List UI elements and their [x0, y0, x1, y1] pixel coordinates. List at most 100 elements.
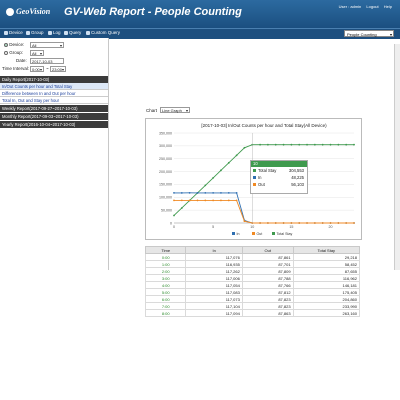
- table-row: 5:00 117,083 87,812 175,405: [144, 288, 361, 296]
- user-area: User : admin Logout Help: [335, 4, 392, 9]
- group-select-value: All: [32, 51, 37, 56]
- data-table: Time In Out Total Stay 0:00 117,076 87,861…: [144, 246, 361, 317]
- table-cell: 116,935: [185, 260, 243, 268]
- table-cell: 146,181: [292, 281, 361, 289]
- chevron-down-icon: ▾: [39, 67, 42, 72]
- series-point: [212, 176, 215, 179]
- x-tick-label: 15: [289, 225, 293, 229]
- device-label: Device:: [9, 42, 25, 47]
- table-cell: 175,405: [292, 288, 361, 296]
- table-cell: 87,788: [241, 274, 294, 282]
- table-row: 4:00 117,054 87,766 146,181: [144, 281, 361, 289]
- series-point: [274, 222, 277, 224]
- weekly-report-header[interactable]: Weekly Report(2017-09-27~2017-10-03): [0, 105, 108, 112]
- report-total-per-hour[interactable]: Total In, Out and Stay per hour: [0, 97, 108, 104]
- total-swatch: [253, 169, 256, 172]
- yearly-report-header[interactable]: Yearly Report(2016-10-04~2017-10-03): [0, 121, 108, 128]
- series-point: [353, 222, 355, 224]
- y-tick-label: 300,000: [159, 144, 172, 148]
- table-cell: 117,262: [185, 267, 243, 275]
- device-icon: [4, 30, 8, 35]
- series-point: [204, 184, 207, 187]
- custom-query-icon: [86, 30, 90, 35]
- toolbar-query-label: Query: [69, 30, 82, 35]
- series-point: [180, 207, 183, 209]
- legend-label: Total Stay: [277, 232, 293, 236]
- device-radio[interactable]: [4, 42, 8, 47]
- group-radio[interactable]: [4, 50, 8, 55]
- toolbar-custom-query-button[interactable]: Custom Query: [86, 30, 120, 35]
- app-title: GV-Web Report - People Counting: [64, 6, 242, 18]
- interval-separator: ~: [46, 66, 49, 71]
- x-tick-label: 20: [329, 225, 333, 229]
- chevron-down-icon: ▾: [39, 51, 42, 56]
- left-panel: Device: All ▾ Group: All ▾ Date: 2017-10-0…: [0, 38, 109, 270]
- help-link[interactable]: Help: [384, 4, 392, 9]
- table-row: 7:00 117,104 87,823 233,990: [144, 302, 361, 310]
- toolbar-log-button[interactable]: Log: [48, 30, 61, 35]
- tooltip-row-in: In 48,225: [251, 174, 307, 181]
- interval-from-select[interactable]: 0:00 ▾: [30, 66, 44, 72]
- series-point: [235, 191, 238, 194]
- user-label: User : admin: [338, 4, 362, 9]
- col-out: Out: [241, 246, 294, 254]
- y-tick-label: 50,000: [161, 208, 172, 212]
- interval-to-value: 23:00: [52, 67, 63, 72]
- monthly-report-header[interactable]: Monthly Report(2017-09-03~2017-10-03): [0, 113, 108, 120]
- app-header: GeoVision GV-Web Report - People Countin…: [0, 0, 400, 28]
- series-point: [180, 192, 183, 194]
- toolbar-query-button[interactable]: Query: [64, 30, 81, 35]
- series-point: [173, 191, 175, 194]
- series-point: [180, 199, 183, 202]
- table-cell: 0:00: [144, 253, 187, 261]
- chart-type-select[interactable]: Line Graph ▾: [160, 107, 190, 113]
- series-point: [329, 143, 332, 146]
- series-point: [321, 143, 324, 146]
- table-row: 3:00 117,006 87,788 116,962: [144, 274, 361, 282]
- logout-link[interactable]: Logout: [366, 4, 378, 9]
- report-difference[interactable]: Difference between In and Out per hour: [0, 90, 108, 97]
- vertical-scrollbar[interactable]: [394, 44, 400, 270]
- group-row: Group:: [4, 50, 23, 55]
- interval-to-select[interactable]: 23:00 ▾: [50, 66, 66, 72]
- y-tick-label: 200,000: [159, 170, 172, 174]
- table-cell: 87,823: [241, 295, 294, 303]
- x-tick-label: 5: [212, 225, 214, 229]
- legend-swatch: [232, 232, 235, 235]
- table-cell: 233,990: [292, 302, 361, 310]
- device-select-value: All: [32, 43, 37, 48]
- toolbar-log-label: Log: [53, 30, 61, 35]
- series-point: [188, 199, 191, 202]
- series-point: [274, 143, 277, 146]
- table-cell: 8:00: [144, 309, 187, 317]
- table-row: 8:00 117,094 87,863 263,160: [144, 309, 361, 317]
- table-row: 0:00 117,076 87,861 29,218: [144, 253, 361, 261]
- series-point: [282, 222, 285, 224]
- device-select[interactable]: All ▾: [30, 42, 64, 48]
- table-cell: 3:00: [144, 274, 187, 282]
- date-input[interactable]: 2017-10-03: [30, 58, 64, 64]
- series-point: [259, 143, 261, 146]
- daily-report-header[interactable]: Daily Report(2017-10-03): [0, 76, 108, 83]
- tooltip-total-value: 304,553: [288, 168, 304, 173]
- report-mode-select[interactable]: People Counting ▾: [344, 30, 394, 37]
- table-row: 2:00 117,262 87,809 87,655: [144, 267, 361, 275]
- chevron-down-icon: ▾: [59, 43, 62, 48]
- series-point: [345, 143, 348, 146]
- series-point: [212, 199, 215, 202]
- query-icon: [64, 30, 68, 35]
- series-point: [220, 191, 222, 194]
- series-point: [313, 222, 316, 224]
- toolbar-device-button[interactable]: Device: [4, 30, 23, 35]
- group-select[interactable]: All ▾: [30, 50, 44, 56]
- y-tick-label: 350,000: [159, 131, 172, 135]
- table-cell: 117,076: [185, 253, 243, 261]
- col-in: In: [185, 246, 243, 254]
- report-inout-stay[interactable]: In/Out Counts per hour and Total Stay: [0, 83, 108, 90]
- interval-label: Time Interval:: [2, 66, 30, 71]
- table-row: 1:00 116,935 87,701 58,452: [144, 260, 361, 268]
- table-cell: 7:00: [144, 302, 187, 310]
- toolbar-group-button[interactable]: Group: [26, 30, 44, 35]
- y-tick-label: 0: [170, 221, 172, 225]
- table-cell: 2:00: [144, 267, 187, 275]
